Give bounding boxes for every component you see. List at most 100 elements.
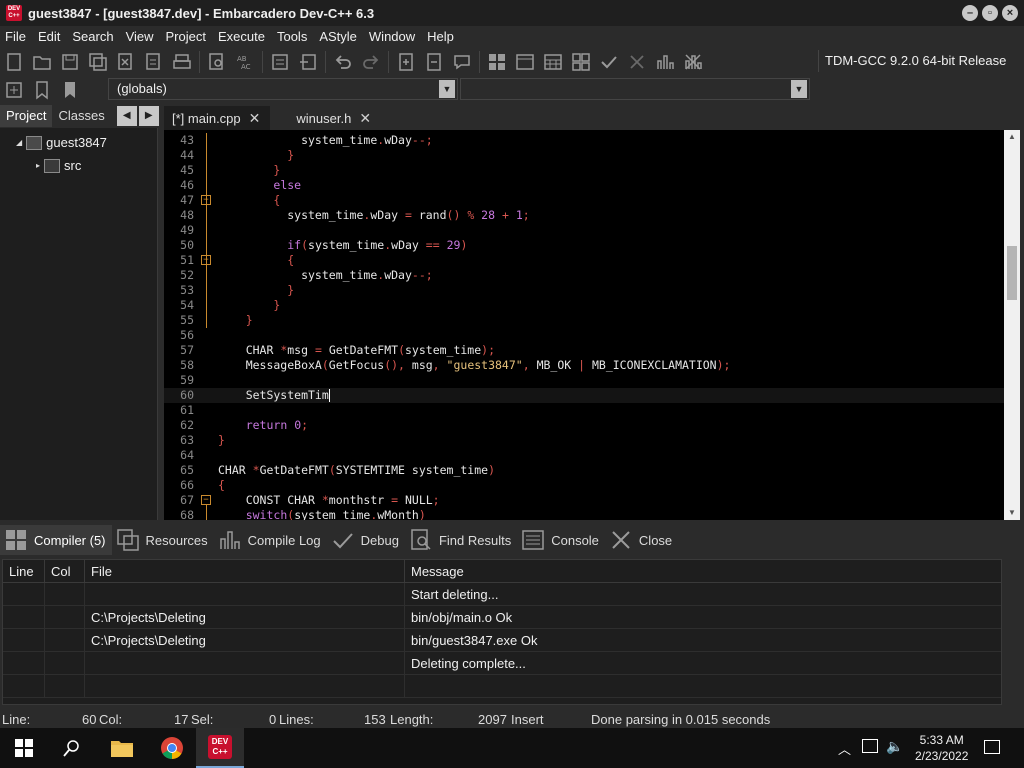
open-folder-icon[interactable] (30, 50, 54, 74)
code-line[interactable]: 57 CHAR *msg = GetDateFMT(system_time); (164, 343, 1004, 358)
tray-chevron-icon[interactable]: ︿ (838, 739, 851, 758)
menu-project[interactable]: Project (160, 26, 212, 48)
remove-file-icon[interactable] (422, 50, 446, 74)
redo-icon[interactable] (359, 50, 383, 74)
editor-scrollbar[interactable]: ▲ ▼ (1004, 130, 1020, 520)
tab-compile-log[interactable]: Compile Log (214, 525, 327, 555)
expand-arrow-icon[interactable]: ▸ (36, 161, 40, 170)
menu-astyle[interactable]: AStyle (313, 26, 363, 48)
undo-icon[interactable] (331, 50, 355, 74)
code-line[interactable]: 44 } (164, 148, 1004, 163)
menu-window[interactable]: Window (363, 26, 421, 48)
menu-search[interactable]: Search (66, 26, 119, 48)
maximize-button[interactable]: ▫ (982, 5, 998, 21)
code-line[interactable]: 51− { (164, 253, 1004, 268)
close-window-button[interactable]: × (1002, 5, 1018, 21)
table-row[interactable]: Start deleting... (3, 583, 1001, 606)
find-icon[interactable] (205, 50, 229, 74)
close-file-icon[interactable] (114, 50, 138, 74)
code-line[interactable]: 55 } (164, 313, 1004, 328)
chrome-button[interactable] (148, 728, 196, 768)
code-line[interactable]: 54 } (164, 298, 1004, 313)
table-row[interactable] (3, 675, 1001, 698)
close-all-icon[interactable] (142, 50, 166, 74)
tab-console[interactable]: Console (517, 525, 605, 555)
code-line[interactable]: 43 system_time.wDay--; (164, 133, 1004, 148)
scope-selector[interactable]: (globals) ▼ (108, 78, 458, 100)
table-row[interactable]: Deleting complete... (3, 652, 1001, 675)
code-line[interactable]: 60 SetSystemTim (164, 388, 1004, 403)
compile-icon[interactable] (485, 50, 509, 74)
menu-file[interactable]: File (0, 26, 32, 48)
scroll-thumb[interactable] (1007, 246, 1017, 300)
code-line[interactable]: 48 system_time.wDay = rand() % 28 + 1; (164, 208, 1004, 223)
run-icon[interactable] (513, 50, 537, 74)
code-line[interactable]: 45 } (164, 163, 1004, 178)
goto-bookmark-icon[interactable] (58, 78, 82, 102)
column-file[interactable]: File (85, 560, 405, 583)
code-line[interactable]: 52 system_time.wDay--; (164, 268, 1004, 283)
save-all-icon[interactable] (86, 50, 110, 74)
menu-help[interactable]: Help (421, 26, 460, 48)
delete-profile-icon[interactable] (681, 50, 705, 74)
column-line[interactable]: Line (3, 560, 45, 583)
rebuild-icon[interactable] (569, 50, 593, 74)
clock[interactable]: 5:33 AM 2/23/2022 (915, 732, 968, 764)
tab-find-results[interactable]: Find Results (405, 525, 517, 555)
chevron-down-icon[interactable]: ▼ (439, 80, 455, 98)
scroll-up-icon[interactable]: ▲ (1004, 130, 1020, 144)
close-icon[interactable]: ✕ (249, 110, 261, 127)
debug-icon[interactable] (597, 50, 621, 74)
tab-compiler[interactable]: Compiler (5) (0, 525, 112, 555)
notifications-icon[interactable] (984, 740, 1000, 754)
tab-classes[interactable]: Classes (52, 105, 110, 127)
tab-debug[interactable]: Debug (327, 525, 405, 555)
collapse-arrow-icon[interactable]: ◢ (16, 138, 22, 147)
menu-edit[interactable]: Edit (32, 26, 66, 48)
save-icon[interactable] (58, 50, 82, 74)
tab-project[interactable]: Project (0, 105, 53, 127)
tab-close[interactable]: Close (605, 525, 678, 555)
code-line[interactable]: 59 (164, 373, 1004, 388)
tab-winuser-h[interactable]: winuser.h ✕ (288, 106, 381, 130)
code-line[interactable]: 65 CHAR *GetDateFMT(SYSTEMTIME system_tim… (164, 463, 1004, 478)
unindent-icon[interactable] (296, 50, 320, 74)
chevron-down-icon[interactable]: ▼ (791, 80, 807, 98)
table-row[interactable]: C:\Projects\Deleting bin/obj/main.o Ok (3, 606, 1001, 629)
menu-execute[interactable]: Execute (212, 26, 271, 48)
menu-view[interactable]: View (120, 26, 160, 48)
close-icon[interactable]: ✕ (359, 110, 371, 127)
code-line[interactable]: 56 (164, 328, 1004, 343)
project-options-icon[interactable] (450, 50, 474, 74)
code-line[interactable]: 63} (164, 433, 1004, 448)
scroll-down-icon[interactable]: ▼ (1004, 506, 1020, 520)
volume-icon[interactable]: 🔈 (886, 738, 903, 755)
devcpp-button[interactable]: DEV C++ (196, 728, 244, 768)
code-line[interactable]: 50 if(system_time.wDay == 29) (164, 238, 1004, 253)
network-icon[interactable] (862, 739, 878, 753)
profile-icon[interactable] (653, 50, 677, 74)
minimize-button[interactable]: – (962, 5, 978, 21)
code-line[interactable]: 68 switch(system_time.wMonth) (164, 508, 1004, 520)
tab-main-cpp[interactable]: [*] main.cpp ✕ (164, 106, 271, 130)
menu-tools[interactable]: Tools (271, 26, 313, 48)
compile-run-icon[interactable] (541, 50, 565, 74)
tree-item-project[interactable]: ◢ guest3847 (16, 135, 107, 150)
code-line[interactable]: 58 MessageBoxA(GetFocus(), msg, "guest38… (164, 358, 1004, 373)
indent-icon[interactable] (268, 50, 292, 74)
tab-resources[interactable]: Resources (112, 525, 214, 555)
file-explorer-button[interactable] (98, 728, 146, 768)
column-message[interactable]: Message (405, 560, 1001, 583)
replace-icon[interactable]: AB AC (233, 50, 257, 74)
code-editor[interactable]: 43 system_time.wDay--;44 }45 }46 else47−… (164, 130, 1004, 520)
fold-toggle-icon[interactable]: − (201, 495, 211, 505)
chevron-left-icon[interactable]: ◀ (116, 106, 137, 126)
code-line[interactable]: 61 (164, 403, 1004, 418)
table-row[interactable]: C:\Projects\Deleting bin/guest3847.exe Ok (3, 629, 1001, 652)
new-file-icon[interactable] (2, 50, 26, 74)
start-button[interactable] (0, 728, 48, 768)
code-line[interactable]: 46 else (164, 178, 1004, 193)
chevron-right-icon[interactable]: ▶ (138, 106, 159, 126)
new-project-icon[interactable] (394, 50, 418, 74)
search-button[interactable] (48, 728, 96, 768)
